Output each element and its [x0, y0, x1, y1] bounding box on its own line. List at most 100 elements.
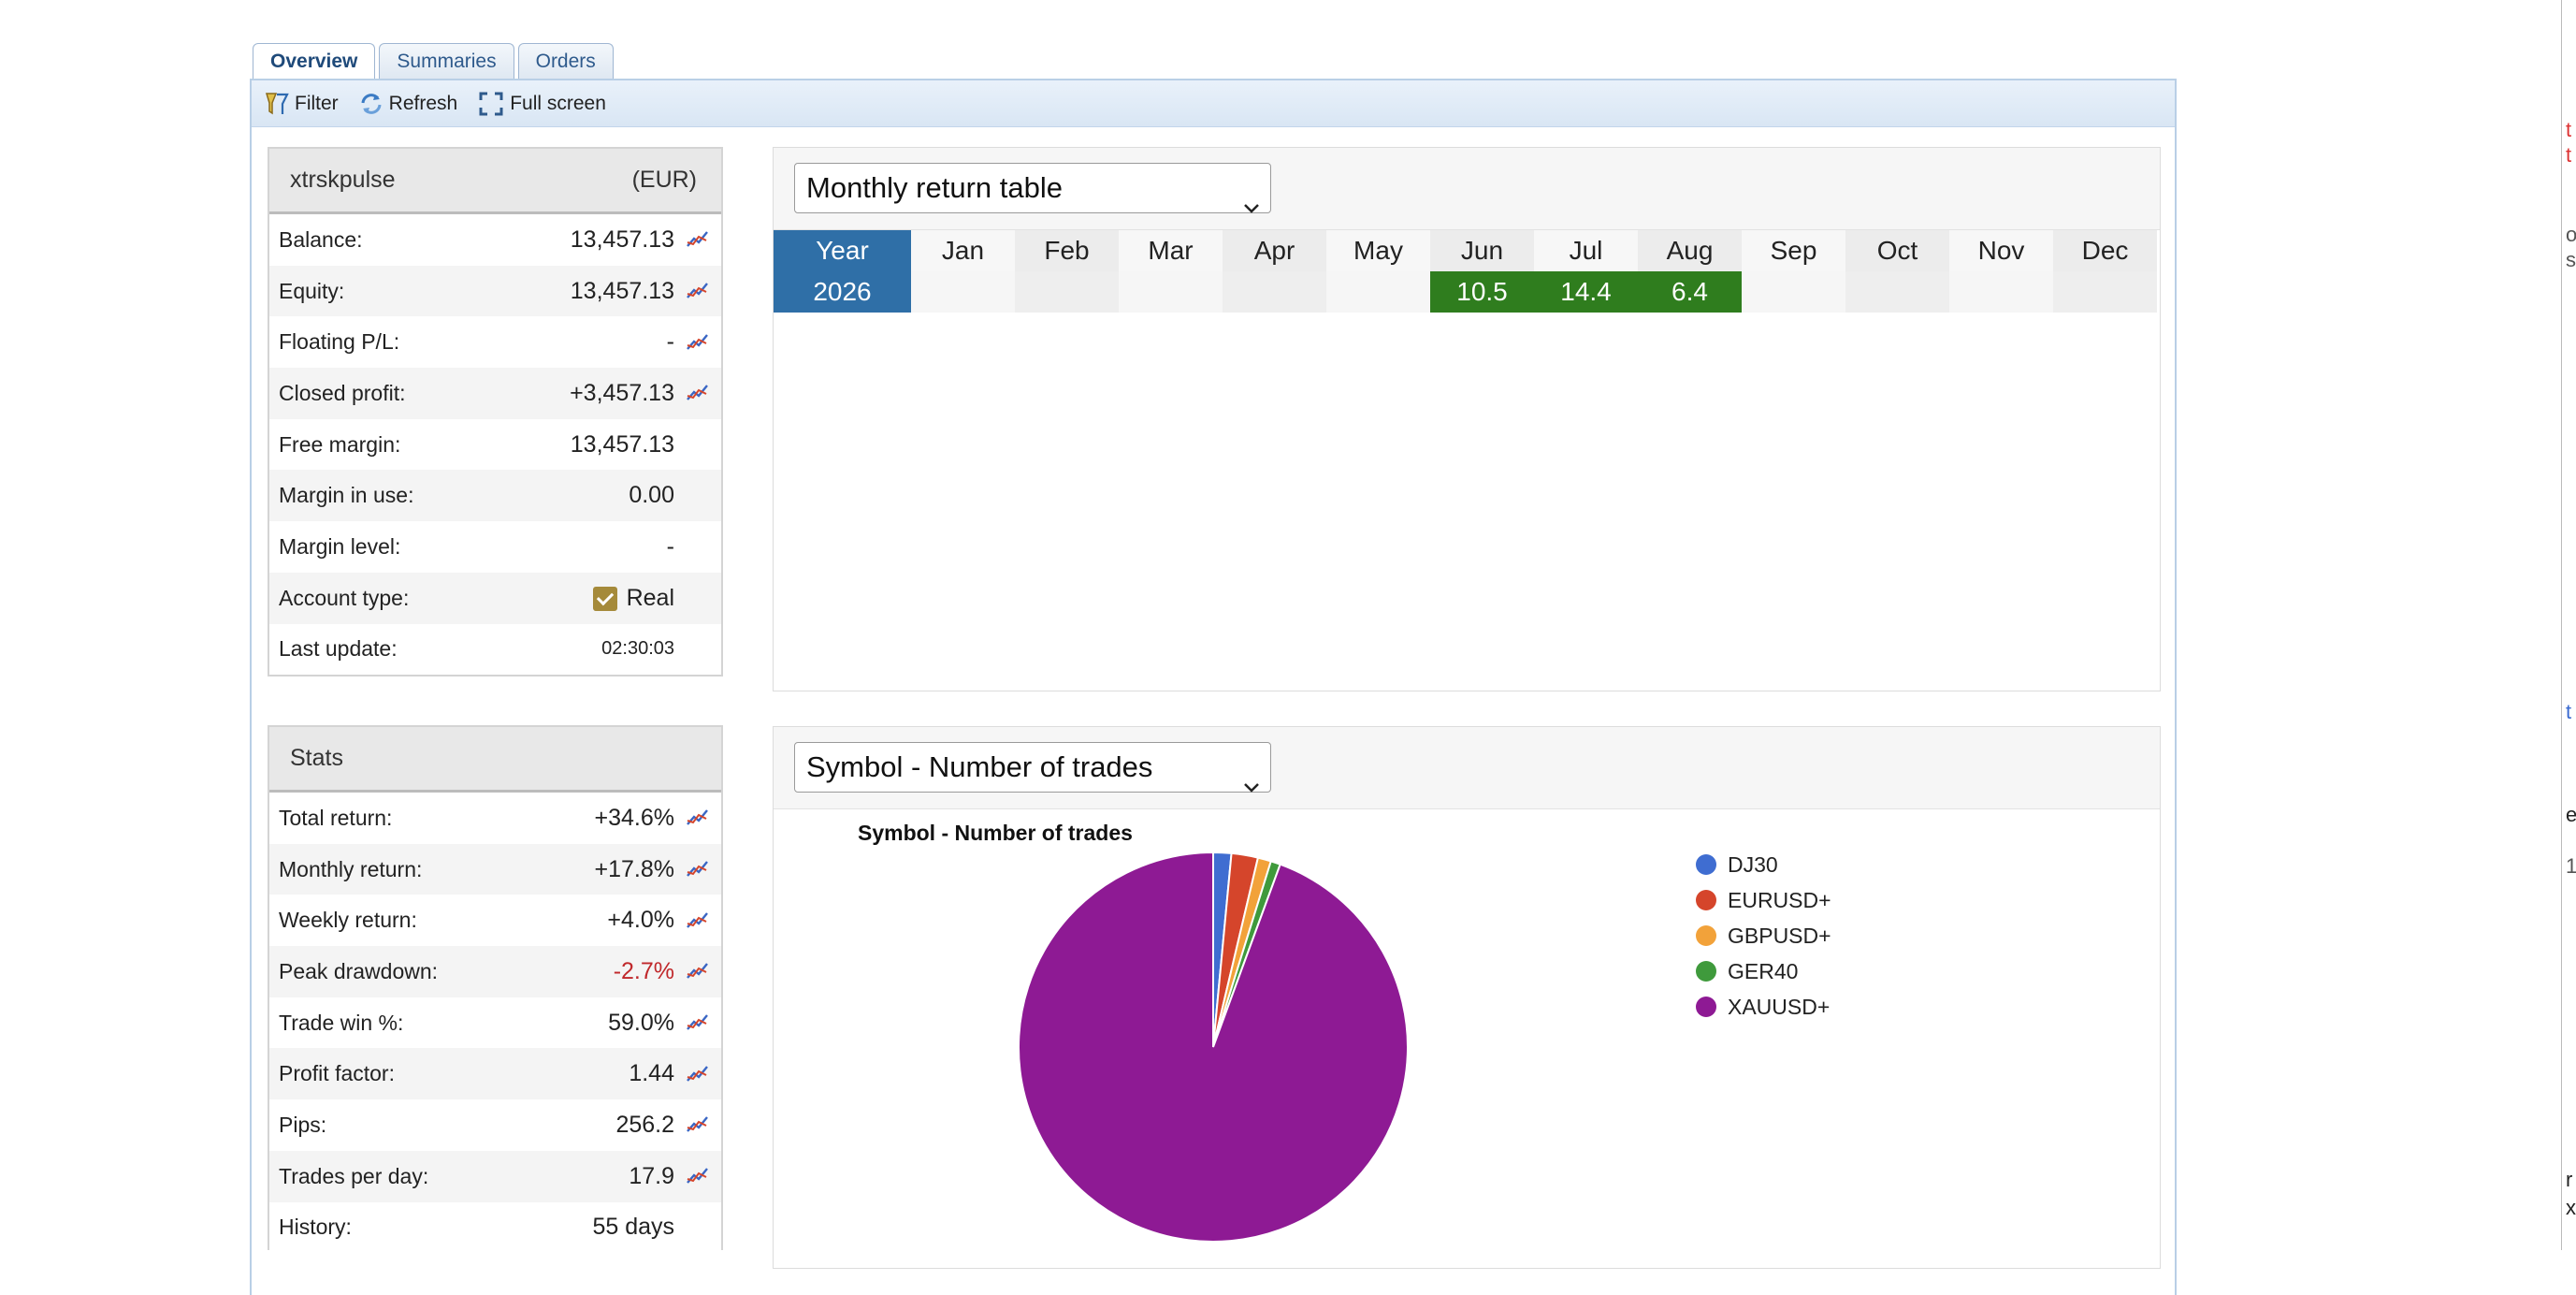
stats-row: Total return: +34.6% — [269, 793, 721, 844]
tab-orders[interactable]: Orders — [517, 43, 614, 79]
stats-row-value: +17.8% — [594, 855, 675, 882]
edge-text-fragment: s — [2566, 248, 2576, 271]
account-row-label: Closed profit: — [279, 380, 406, 405]
account-panel: xtrskpulse (EUR) Balance: 13,457.13 Equity… — [268, 147, 723, 677]
legend-swatch — [1696, 997, 1716, 1017]
tab-bar: Overview Summaries Orders — [253, 43, 614, 80]
month-return-cell: 10.5 — [1430, 271, 1534, 313]
legend-label: EURUSD+ — [1728, 887, 1831, 912]
tab-overview[interactable]: Overview — [253, 43, 376, 80]
edge-text-fragment: r — [2566, 1168, 2573, 1191]
chart-icon-slot — [674, 1166, 721, 1186]
symbol-box-header: Symbol - Number of trades — [774, 727, 2160, 809]
stats-row-value: +4.0% — [607, 907, 674, 934]
monthly-header-row: Year Jan Feb Mar Apr May Jun Jul Aug Sep Oct Nov Dec — [774, 230, 2160, 271]
stats-row-value: 1.44 — [629, 1060, 674, 1087]
pie-slice-xauusd[interactable] — [1018, 851, 1409, 1243]
account-currency: (EUR) — [631, 167, 697, 193]
account-rows: Balance: 13,457.13 Equity: 13,457.13 Floatin… — [269, 214, 721, 676]
account-row: Account type: Real — [269, 572, 721, 624]
fullscreen-button[interactable]: Full screen — [472, 87, 612, 121]
chart-icon-slot — [674, 910, 721, 931]
stats-row: Peak drawdown: -2.7% — [269, 946, 721, 997]
month-header-cell: Jan — [911, 230, 1015, 271]
month-return-cell — [1845, 271, 1949, 313]
stats-rows: Total return: +34.6% Monthly return: +17.8%… — [269, 793, 721, 1254]
legend-item[interactable]: GER40 — [1696, 953, 1831, 989]
monthly-view-select[interactable]: Monthly return table — [794, 163, 1271, 213]
stats-row-value: 55 days — [592, 1214, 674, 1241]
stats-row-value: 256.2 — [615, 1111, 674, 1138]
line-chart-icon[interactable] — [686, 383, 710, 403]
account-row-value: Real — [450, 585, 674, 612]
stats-row-label: Pips: — [279, 1112, 327, 1137]
line-chart-icon[interactable] — [686, 1114, 710, 1135]
account-row-value: +3,457.13 — [570, 379, 674, 406]
month-return-cell: 6.4 — [1638, 271, 1742, 313]
account-row-value: 13,457.13 — [570, 226, 674, 253]
account-row: Margin in use: 0.00 — [269, 470, 721, 522]
monthly-return-box: Monthly return table Year Jan Feb Mar Apr May… — [773, 147, 2161, 691]
adjacent-window-edge: ttoste1rx — [2561, 0, 2576, 1250]
legend-item[interactable]: GBPUSD+ — [1696, 918, 1831, 953]
month-header-cell: Year — [774, 230, 911, 271]
month-return-cell — [1326, 271, 1430, 313]
stats-row: Profit factor: 1.44 — [269, 1048, 721, 1100]
fullscreen-label: Full screen — [510, 92, 606, 114]
refresh-icon — [359, 92, 384, 116]
account-row: Equity: 13,457.13 — [269, 265, 721, 317]
stats-row: Weekly return: +4.0% — [269, 895, 721, 947]
line-chart-icon[interactable] — [686, 859, 710, 880]
tab-summaries[interactable]: Summaries — [379, 43, 514, 79]
filter-icon — [265, 91, 289, 117]
stats-row-value: 59.0% — [608, 1009, 674, 1036]
stats-row: Monthly return: +17.8% — [269, 843, 721, 895]
stats-row-label: Peak drawdown: — [279, 958, 439, 983]
chart-legend: DJ30 EURUSD+ GBPUSD+ GER40 XAUUSD+ — [1696, 847, 1831, 1025]
line-chart-icon[interactable] — [686, 910, 710, 931]
legend-label: GBPUSD+ — [1728, 923, 1831, 948]
account-row-label: Floating P/L: — [279, 329, 400, 355]
line-chart-icon[interactable] — [686, 961, 710, 982]
legend-label: GER40 — [1728, 958, 1799, 983]
month-return-cell — [1742, 271, 1845, 313]
account-row-label: Last update: — [279, 636, 398, 662]
line-chart-icon[interactable] — [686, 281, 710, 301]
refresh-label: Refresh — [388, 92, 458, 114]
line-chart-icon[interactable] — [686, 1012, 710, 1033]
stats-row-value: +34.6% — [594, 804, 675, 831]
monthly-select-value: Monthly return table — [806, 171, 1063, 204]
month-header-cell: Apr — [1223, 230, 1326, 271]
refresh-button[interactable]: Refresh — [354, 88, 464, 120]
stats-row-value: -2.7% — [613, 957, 674, 984]
legend-item[interactable]: XAUUSD+ — [1696, 989, 1831, 1025]
edge-text-fragment: 1 — [2566, 854, 2576, 878]
filter-button[interactable]: Filter — [259, 87, 344, 121]
month-return-cell — [1949, 271, 2053, 313]
month-return-cell — [1015, 271, 1119, 313]
legend-swatch — [1696, 961, 1716, 982]
line-chart-icon[interactable] — [686, 229, 710, 250]
line-chart-icon[interactable] — [686, 332, 710, 353]
legend-item[interactable]: EURUSD+ — [1696, 882, 1831, 918]
legend-label: XAUUSD+ — [1728, 994, 1831, 1019]
account-row-value: - — [666, 532, 674, 560]
legend-item[interactable]: DJ30 — [1696, 847, 1831, 882]
line-chart-icon[interactable] — [686, 1166, 710, 1186]
line-chart-icon[interactable] — [686, 808, 710, 828]
edge-text-fragment: o — [2566, 223, 2576, 246]
edge-text-fragment: t — [2566, 118, 2572, 141]
line-chart-icon[interactable] — [686, 1064, 710, 1084]
stats-row: Pips: 256.2 — [269, 1099, 721, 1151]
account-row-value: 13,457.13 — [570, 430, 674, 458]
pie-slice-label: 94.4% — [1019, 1247, 1077, 1259]
account-row: Balance: 13,457.13 — [269, 214, 721, 266]
stats-row: History: 55 days — [269, 1201, 721, 1254]
filter-label: Filter — [295, 92, 339, 114]
chevron-down-icon — [1242, 761, 1261, 809]
account-row: Free margin: 13,457.13 — [269, 418, 721, 471]
stats-row: Trades per day: 17.9 — [269, 1150, 721, 1202]
month-return-cell — [1223, 271, 1326, 313]
symbol-view-select[interactable]: Symbol - Number of trades — [794, 742, 1271, 793]
legend-swatch — [1696, 890, 1716, 910]
